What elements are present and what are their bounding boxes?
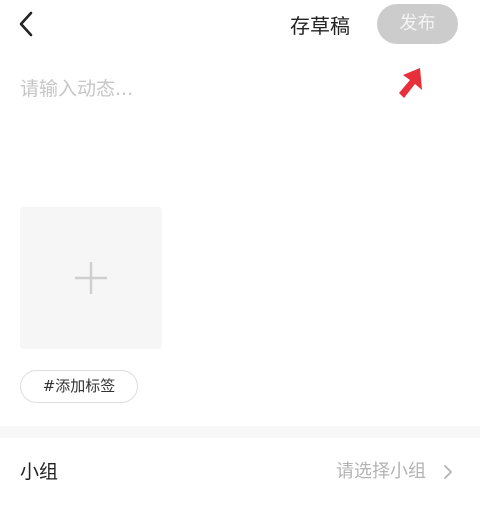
section-divider	[0, 426, 480, 438]
plus-icon	[75, 262, 107, 294]
publish-button[interactable]: 发布	[377, 4, 458, 44]
group-label: 小组	[20, 461, 59, 483]
save-draft-button[interactable]: 存草稿	[290, 10, 350, 42]
post-editor-page: 存草稿 发布 #添加标签 小组 请选择小组	[0, 0, 480, 511]
chevron-left-icon	[19, 11, 33, 37]
group-select-row[interactable]: 小组 请选择小组	[0, 438, 480, 511]
red-arrow-icon	[399, 68, 422, 98]
group-select-placeholder: 请选择小组	[336, 461, 426, 482]
chevron-right-icon	[444, 465, 452, 479]
post-content-input[interactable]	[20, 72, 360, 106]
add-image-button[interactable]	[20, 207, 162, 349]
add-tag-button[interactable]: #添加标签	[20, 370, 138, 403]
back-button[interactable]	[12, 8, 40, 40]
